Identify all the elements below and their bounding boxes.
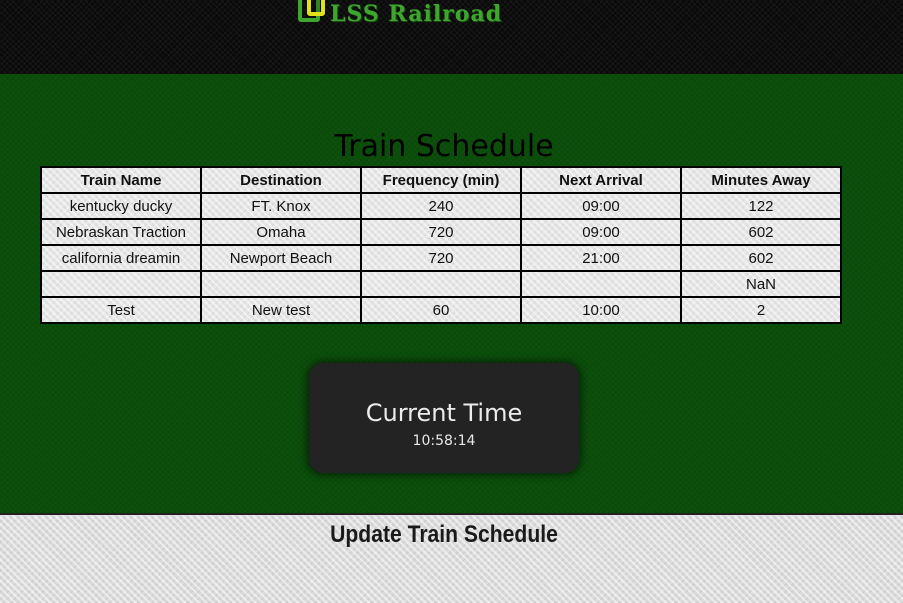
current-time-value: 10:58:14: [412, 433, 476, 449]
cell-minutes-away: 122: [680, 192, 842, 220]
table-row: NaN: [40, 270, 842, 298]
page-title: Train Schedule: [334, 129, 554, 164]
cell-train-name: kentucky ducky: [40, 192, 202, 220]
table-row: Nebraskan Traction Omaha 720 09:00 602: [40, 218, 842, 246]
brand-logo[interactable]: LSS Railroad: [296, 0, 502, 32]
train-schedule-table: Train Name Destination Frequency (min) N…: [40, 166, 842, 324]
cell-train-name: california dreamin: [40, 244, 202, 272]
cell-destination: New test: [200, 296, 362, 324]
cell-frequency: 720: [360, 244, 522, 272]
cell-destination: FT. Knox: [200, 192, 362, 220]
cell-next-arrival: [520, 270, 682, 298]
cell-next-arrival: 10:00: [520, 296, 682, 324]
cell-train-name: [40, 270, 202, 298]
cell-frequency: 240: [360, 192, 522, 220]
table-row: california dreamin Newport Beach 720 21:…: [40, 244, 842, 272]
cell-destination: Omaha: [200, 218, 362, 246]
cell-frequency: 720: [360, 218, 522, 246]
cell-frequency: [360, 270, 522, 298]
cell-minutes-away: 602: [680, 244, 842, 272]
cell-destination: [200, 270, 362, 298]
column-header-minutes-away: Minutes Away: [680, 166, 842, 194]
site-header: LSS Railroad: [0, 0, 903, 74]
cell-destination: Newport Beach: [200, 244, 362, 272]
table-row: Test New test 60 10:00 2: [40, 296, 842, 324]
column-header-train-name: Train Name: [40, 166, 202, 194]
table-header-row: Train Name Destination Frequency (min) N…: [40, 166, 842, 194]
cell-minutes-away: 602: [680, 218, 842, 246]
column-header-next-arrival: Next Arrival: [520, 166, 682, 194]
cell-train-name: Nebraskan Traction: [40, 218, 202, 246]
cell-minutes-away: 2: [680, 296, 842, 324]
cell-next-arrival: 09:00: [520, 192, 682, 220]
railroad-logo-icon: [296, 0, 336, 32]
update-schedule-section: Update Train Schedule: [0, 513, 903, 603]
current-time-label: Current Time: [365, 399, 523, 427]
column-header-destination: Destination: [200, 166, 362, 194]
brand-name: LSS Railroad: [330, 1, 503, 27]
column-header-frequency: Frequency (min): [360, 166, 522, 194]
cell-next-arrival: 21:00: [520, 244, 682, 272]
cell-frequency: 60: [360, 296, 522, 324]
cell-next-arrival: 09:00: [520, 218, 682, 246]
cell-minutes-away: NaN: [680, 270, 842, 298]
schedule-section: Train Schedule Train Name Destination Fr…: [0, 74, 903, 513]
table-row: kentucky ducky FT. Knox 240 09:00 122: [40, 192, 842, 220]
current-time-panel: Current Time 10:58:14: [309, 363, 579, 473]
update-section-title: Update Train Schedule: [330, 521, 558, 548]
cell-train-name: Test: [40, 296, 202, 324]
